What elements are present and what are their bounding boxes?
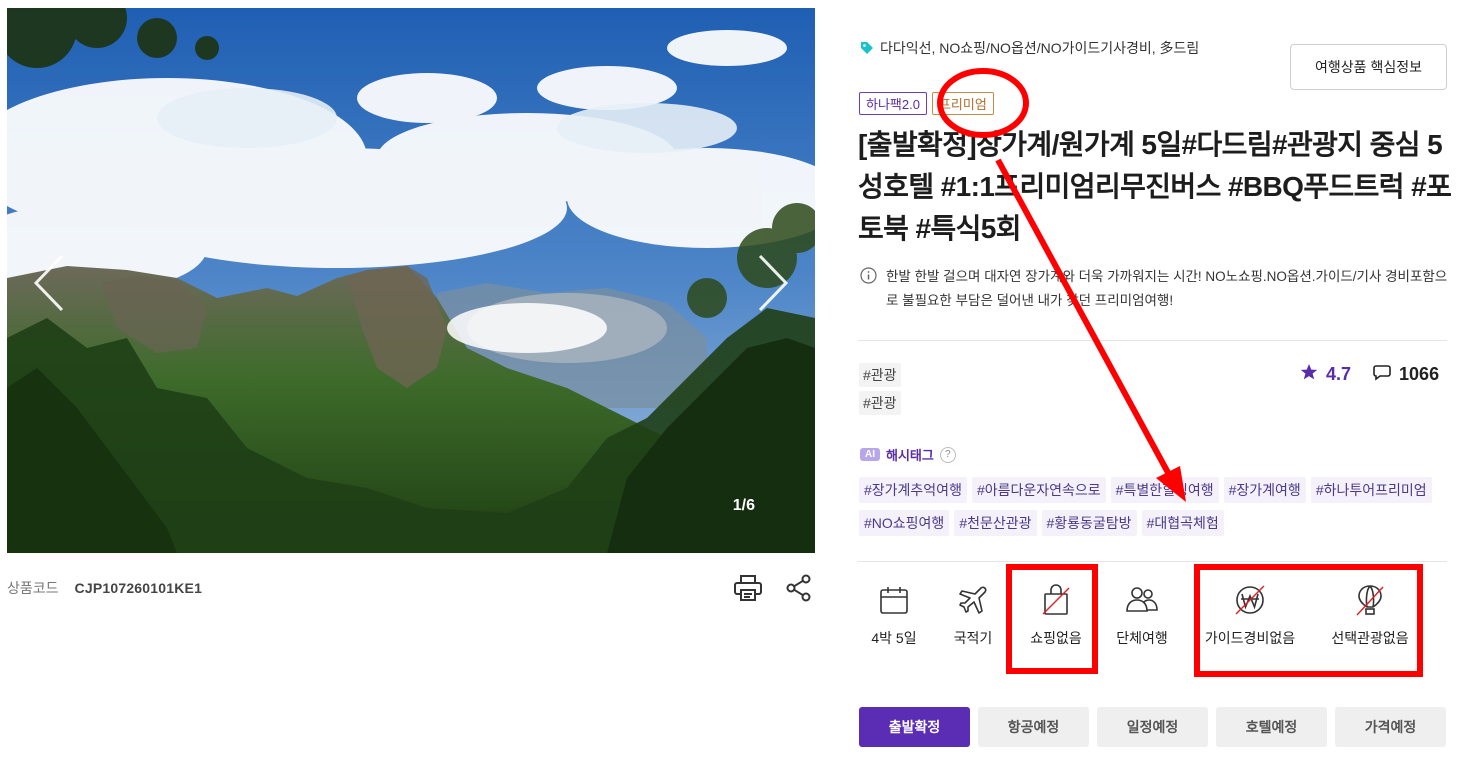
feature-label: 가이드경비없음 <box>1204 630 1296 646</box>
product-title: [출발확정]장가계/원가계 5일#다드림#관광지 중심 5성호텔 #1:1프리미… <box>858 129 1452 244</box>
hashtag-chip[interactable]: #천문산관광 <box>954 510 1037 536</box>
product-tagline: 다다익선, NO쇼핑/NO옵션/NO가이드기사경비, 多드림 <box>860 38 1199 58</box>
feature-label: 선택관광없음 <box>1331 630 1409 646</box>
product-badges: 하나팩2.0 프리미엄 <box>859 92 994 115</box>
no-guide-fee-icon <box>1233 580 1267 620</box>
feature-label: 쇼핑없음 <box>1030 630 1082 646</box>
print-icon[interactable] <box>733 574 763 602</box>
key-info-button[interactable]: 여행상품 핵심정보 <box>1290 44 1447 90</box>
tab-itinerary[interactable]: 일정예정 <box>1097 707 1208 747</box>
feature-label: 국적기 <box>953 630 993 646</box>
chevron-right-icon[interactable] <box>753 253 793 313</box>
landscape-photo <box>7 8 815 553</box>
share-icon[interactable] <box>785 574 813 602</box>
product-code-label: 상품코드 <box>7 580 59 596</box>
product-hero-image: 1/6 <box>7 8 815 553</box>
image-counter: 1/6 <box>732 497 755 514</box>
feature-label: 4박 5일 <box>871 630 917 646</box>
hashtag-chip[interactable]: #황룡동굴탐방 <box>1041 510 1137 536</box>
product-code-row: 상품코드 CJP107260101KE1 <box>7 574 815 602</box>
product-description: 한발 한발 걸으며 대자연 장가계와 더욱 가까워지는 시간! NO노쇼핑.NO… <box>860 265 1450 313</box>
tab-hotel[interactable]: 호텔예정 <box>1216 707 1327 747</box>
divider <box>858 561 1447 562</box>
hashtag-list: #장가계추억여행 #아름다운자연속으로 #특별한힐링여행 #장가계여행 #하나투… <box>859 477 1449 536</box>
tab-departure-confirmed[interactable]: 출발확정 <box>859 707 970 747</box>
tagline-text: 다다익선, NO쇼핑/NO옵션/NO가이드기사경비, 多드림 <box>880 40 1200 56</box>
category-tag: #관광 <box>859 363 901 387</box>
product-actions <box>733 574 813 602</box>
feature-no-guide-fee: 가이드경비없음 <box>1205 580 1295 648</box>
hashtag-chip[interactable]: #장가계추억여행 <box>859 477 967 503</box>
ai-hashtag-header: AI 해시태그 ? <box>860 445 956 464</box>
calendar-icon <box>878 580 910 620</box>
feature-group-tour: 단체여행 <box>1102 580 1182 648</box>
rating-summary: 4.7 1066 <box>1300 363 1439 386</box>
badge-premium: 프리미엄 <box>931 92 994 115</box>
product-features: 4박 5일 국적기 쇼핑없음 단체여행 가이드경비없음 선택관광없음 <box>858 580 1448 670</box>
feature-no-shopping: 쇼핑없음 <box>1016 580 1096 648</box>
category-tag: #관광 <box>859 391 901 415</box>
hashtag-chip[interactable]: #NO쇼핑여행 <box>859 510 950 536</box>
feature-no-optional-tour: 선택관광없음 <box>1330 580 1410 648</box>
comment-icon[interactable] <box>1373 363 1391 386</box>
rating-score: 4.7 <box>1326 364 1352 384</box>
info-icon <box>860 267 878 313</box>
chevron-left-icon[interactable] <box>29 253 69 313</box>
product-code-value: CJP107260101KE1 <box>74 580 203 596</box>
airplane-icon <box>957 580 989 620</box>
hashtag-chip[interactable]: #대협곡체험 <box>1141 510 1224 536</box>
no-optional-tour-icon <box>1354 580 1386 620</box>
category-tags: #관광 #관광 <box>859 363 901 415</box>
ai-badge: AI <box>860 448 880 461</box>
tab-flight[interactable]: 항공예정 <box>978 707 1089 747</box>
help-icon[interactable]: ? <box>939 446 956 463</box>
hashtag-chip[interactable]: #하나투어프리미엄 <box>1310 477 1432 503</box>
hashtag-chip[interactable]: #장가계여행 <box>1223 477 1306 503</box>
group-icon <box>1125 580 1159 620</box>
feature-airline: 국적기 <box>933 580 1013 648</box>
hashtag-chip[interactable]: #아름다운자연속으로 <box>971 477 1106 503</box>
feature-label: 단체여행 <box>1116 630 1168 646</box>
status-tabs: 출발확정 항공예정 일정예정 호텔예정 가격예정 <box>859 707 1446 747</box>
tag-icon <box>860 41 874 55</box>
description-text: 한발 한발 걸으며 대자연 장가계와 더욱 가까워지는 시간! NO노쇼핑.NO… <box>886 269 1448 308</box>
hashtag-chip[interactable]: #특별한힐링여행 <box>1110 477 1219 503</box>
ai-hashtag-label: 해시태그 <box>886 448 934 463</box>
divider <box>858 340 1447 341</box>
feature-duration: 4박 5일 <box>854 580 934 648</box>
no-shopping-icon <box>1040 580 1072 620</box>
badge-hanapack: 하나팩2.0 <box>859 92 927 115</box>
tab-price[interactable]: 가격예정 <box>1335 707 1446 747</box>
star-icon <box>1300 363 1318 386</box>
review-count[interactable]: 1066 <box>1399 364 1439 385</box>
